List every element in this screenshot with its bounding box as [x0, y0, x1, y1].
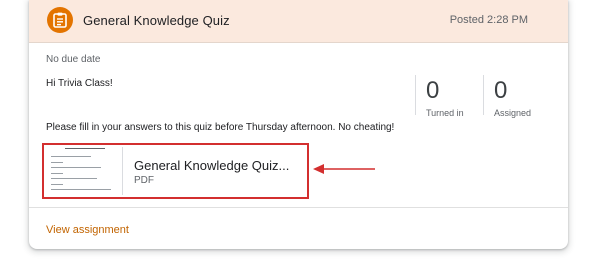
turned-in-count: 0: [426, 77, 440, 104]
pdf-thumbnail: [46, 147, 123, 195]
turned-in-stat[interactable]: 0 Turned in: [415, 75, 478, 118]
card-divider: [29, 207, 568, 208]
assignment-icon: [47, 7, 73, 33]
instructions-text: Please fill in your answers to this quiz…: [46, 122, 395, 133]
greeting-text: Hi Trivia Class!: [46, 78, 113, 89]
assigned-stat[interactable]: 0 Assigned: [483, 75, 554, 118]
turned-in-label: Turned in: [426, 108, 464, 118]
card-header[interactable]: General Knowledge Quiz Posted 2:28 PM: [29, 0, 568, 43]
assigned-label: Assigned: [494, 108, 532, 118]
attachment-type: PDF: [134, 175, 154, 186]
assigned-count: 0: [494, 77, 508, 104]
submission-stats: 0 Turned in 0 Assigned: [415, 75, 565, 118]
arrow-annotation-icon: [313, 164, 375, 174]
view-assignment-link[interactable]: View assignment: [46, 224, 129, 236]
due-date: No due date: [46, 54, 101, 65]
assignment-card: General Knowledge Quiz Posted 2:28 PM No…: [29, 0, 568, 249]
pdf-attachment[interactable]: General Knowledge Quiz... PDF: [42, 143, 309, 199]
attachment-title: General Knowledge Quiz...: [134, 158, 290, 173]
assignment-title: General Knowledge Quiz: [83, 13, 230, 28]
posted-time: Posted 2:28 PM: [449, 14, 528, 26]
